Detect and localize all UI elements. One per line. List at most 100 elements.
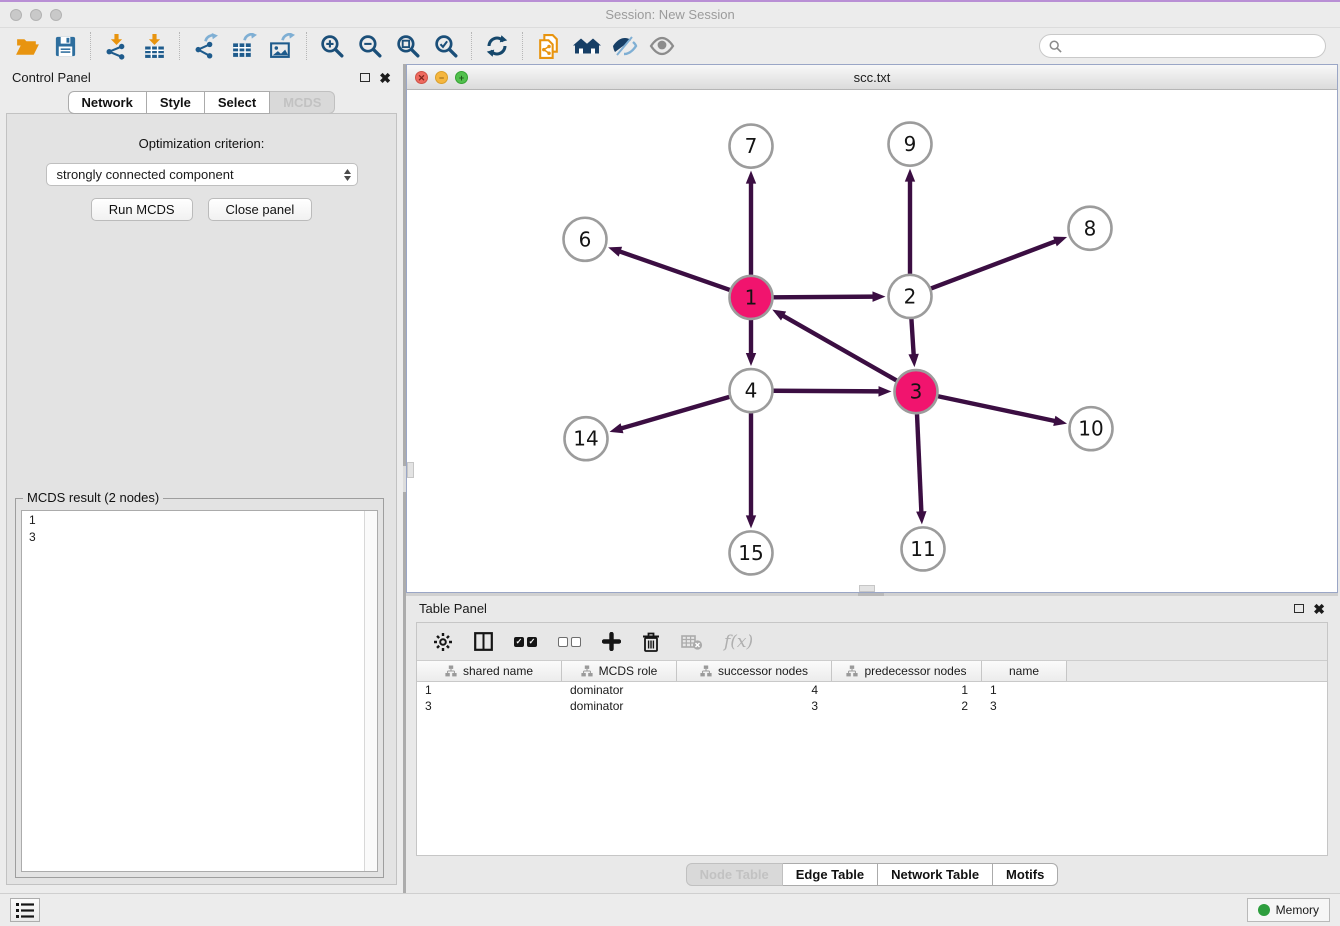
graph-node-4[interactable]: 4	[730, 369, 773, 412]
table-row[interactable]: 1 dominator 4 1 1	[417, 682, 1327, 698]
tab-node-table[interactable]: Node Table	[686, 863, 783, 886]
tab-edge-table[interactable]: Edge Table	[783, 863, 878, 886]
table-panel: Table Panel ✖	[406, 596, 1338, 893]
graph-node-3[interactable]: 3	[895, 370, 938, 413]
graph-node-10[interactable]: 10	[1070, 407, 1113, 450]
panel-splitter-vertical[interactable]	[403, 64, 406, 893]
column-header-successor-nodes[interactable]: successor nodes	[677, 661, 832, 681]
maximize-window-button[interactable]	[50, 9, 62, 21]
search-box[interactable]	[1039, 34, 1326, 58]
select-all-columns-button[interactable]: ✓ ✓	[514, 637, 537, 647]
toolbar-separator	[90, 32, 91, 60]
zoom-fit-button[interactable]	[389, 31, 427, 61]
graph-node-1[interactable]: 1	[730, 276, 773, 319]
homes-button[interactable]	[567, 31, 605, 61]
checked-box-icon: ✓	[527, 637, 537, 647]
apply-layout-button[interactable]	[478, 31, 516, 61]
graph-edge[interactable]	[911, 319, 913, 357]
graph-node-15[interactable]: 15	[730, 531, 773, 574]
import-table-button[interactable]	[135, 31, 173, 61]
run-mcds-button[interactable]: Run MCDS	[91, 198, 193, 221]
network-minimize-button[interactable]: −	[435, 71, 448, 84]
list-icon	[16, 903, 34, 918]
network-maximize-button[interactable]: +	[455, 71, 468, 84]
graph-node-6[interactable]: 6	[564, 218, 607, 261]
show-column-panel-button[interactable]	[474, 632, 493, 651]
show-graphics-details-button[interactable]	[643, 31, 681, 61]
toolbar-separator	[471, 32, 472, 60]
graph-node-11[interactable]: 11	[902, 527, 945, 570]
column-header-shared-name[interactable]: shared name	[417, 661, 562, 681]
graph-edge[interactable]	[618, 251, 730, 290]
graph-node-14[interactable]: 14	[565, 417, 608, 460]
tab-motifs[interactable]: Motifs	[993, 863, 1058, 886]
task-history-button[interactable]	[10, 898, 40, 922]
search-input[interactable]	[1067, 38, 1316, 54]
zoom-in-icon	[319, 33, 346, 60]
column-header-mcds-role[interactable]: MCDS role	[562, 661, 677, 681]
open-file-button[interactable]	[8, 31, 46, 61]
network-canvas[interactable]: 1 2 3 4 6 7 8 9 10 11 14 15	[407, 90, 1337, 592]
graph-edge-arrowhead	[905, 169, 915, 182]
graph-node-label: 3	[910, 380, 923, 404]
graph-edge-arrowhead	[746, 171, 756, 184]
graph-node-9[interactable]: 9	[889, 123, 932, 166]
zoom-out-button[interactable]	[351, 31, 389, 61]
graph-edge[interactable]	[619, 397, 729, 429]
zoom-in-button[interactable]	[313, 31, 351, 61]
tab-style[interactable]: Style	[147, 91, 205, 114]
export-network-button[interactable]	[186, 31, 224, 61]
tab-select[interactable]: Select	[205, 91, 270, 114]
panel-splitter-horizontal[interactable]	[406, 593, 1338, 596]
graph-edge[interactable]	[917, 414, 921, 514]
network-graph[interactable]: 1 2 3 4 6 7 8 9 10 11 14 15	[407, 90, 1337, 592]
column-header-predecessor-nodes[interactable]: predecessor nodes	[832, 661, 982, 681]
graph-edge[interactable]	[773, 297, 875, 298]
close-panel-button[interactable]: Close panel	[208, 198, 313, 221]
import-network-button[interactable]	[97, 31, 135, 61]
export-table-button[interactable]	[224, 31, 262, 61]
export-image-button[interactable]	[262, 31, 300, 61]
graph-edge[interactable]	[938, 396, 1057, 421]
graph-node-2[interactable]: 2	[889, 275, 932, 318]
graph-edge[interactable]	[781, 315, 896, 381]
float-table-panel-icon[interactable]	[1294, 604, 1304, 613]
result-scrollbar[interactable]	[364, 511, 377, 871]
column-header-name[interactable]: name	[982, 661, 1067, 681]
graph-node-label: 7	[745, 134, 758, 158]
duplicate-network-button[interactable]	[529, 31, 567, 61]
tab-network-table[interactable]: Network Table	[878, 863, 993, 886]
canvas-bottom-handle[interactable]	[859, 585, 875, 592]
memory-button[interactable]: Memory	[1247, 898, 1330, 922]
column-settings-button[interactable]	[433, 632, 453, 652]
graph-edge[interactable]	[773, 391, 881, 392]
tab-network[interactable]: Network	[68, 91, 147, 114]
table-row[interactable]: 3 dominator 3 2 3	[417, 698, 1327, 714]
trash-icon	[642, 632, 660, 652]
close-window-button[interactable]	[10, 9, 22, 21]
float-panel-icon[interactable]	[360, 73, 370, 82]
eye-icon	[648, 33, 676, 59]
network-close-button[interactable]: ✕	[415, 71, 428, 84]
main-toolbar	[0, 28, 1340, 64]
create-column-button[interactable]	[602, 632, 621, 651]
graph-node-7[interactable]: 7	[730, 125, 773, 168]
graph-edge[interactable]	[931, 240, 1058, 288]
delete-column-button[interactable]	[642, 632, 660, 652]
zoom-selected-button[interactable]	[427, 31, 465, 61]
close-panel-icon[interactable]: ✖	[379, 71, 391, 85]
network-window-titlebar[interactable]: ✕ − + scc.txt	[407, 65, 1337, 90]
canvas-left-handle[interactable]	[407, 462, 414, 478]
mcds-result-textarea[interactable]: 1 3	[21, 510, 378, 872]
close-table-panel-icon[interactable]: ✖	[1313, 602, 1325, 616]
save-session-button[interactable]	[46, 31, 84, 61]
criterion-select[interactable]: strongly connected component	[46, 163, 358, 186]
unselect-all-columns-button[interactable]	[558, 637, 581, 647]
minimize-window-button[interactable]	[30, 9, 42, 21]
zoom-fit-icon	[395, 33, 422, 60]
table-rows-area[interactable]: 1 dominator 4 1 1 3 dominator 3 2	[417, 682, 1327, 855]
graph-node-8[interactable]: 8	[1069, 207, 1112, 250]
graph-edge-arrowhead	[608, 247, 622, 257]
tab-mcds[interactable]: MCDS	[270, 91, 335, 114]
hide-graphics-details-button[interactable]	[605, 31, 643, 61]
